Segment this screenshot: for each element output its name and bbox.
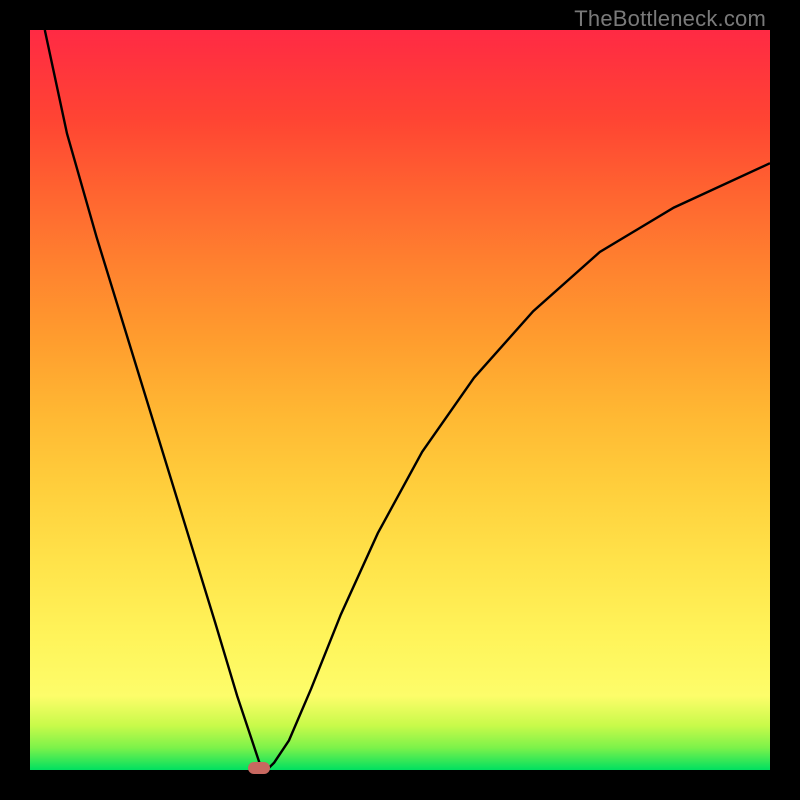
minimum-marker (248, 762, 270, 774)
watermark-text: TheBottleneck.com (574, 6, 766, 32)
bottleneck-curve (30, 30, 770, 770)
chart-frame: TheBottleneck.com (0, 0, 800, 800)
plot-area (30, 30, 770, 770)
